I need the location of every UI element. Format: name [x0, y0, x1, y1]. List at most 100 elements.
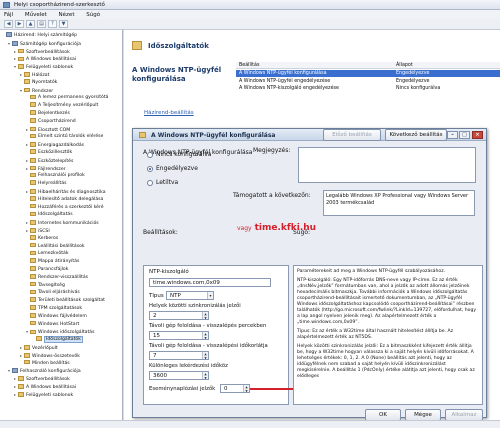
tree-item[interactable]: Parancsfájlok	[26, 266, 68, 273]
tree-item[interactable]: ▸ iSCSI	[26, 227, 50, 234]
ntp-server-input[interactable]: time.windows.com,0x09	[149, 278, 271, 287]
tree-item[interactable]: ▸ Hálózat	[20, 71, 49, 78]
tree-item[interactable]: Felhasználói profilok	[26, 172, 85, 179]
radio-enabled[interactable]: Engedélyezve	[147, 165, 198, 172]
tree-item[interactable]: Területi beállítások szolgáltat	[26, 297, 105, 304]
tree-item[interactable]: Csoportházirend	[26, 118, 76, 125]
column-state[interactable]: Állapot	[396, 62, 413, 69]
minimize-icon[interactable]: –	[447, 131, 458, 139]
list-row[interactable]: A Windows NTP-ügyfél konfigurálása Engedé…	[236, 70, 500, 77]
tree-item[interactable]: ▸ Elosztott COM	[26, 126, 70, 133]
menu-view[interactable]: Nézet	[59, 12, 75, 18]
tree-item[interactable]: Hitelesítő adatok delegálása	[26, 196, 103, 203]
special-poll-input[interactable]: 3600 ▲ ▼	[149, 371, 209, 380]
tree-item[interactable]: ▸ Eszköztelepítés	[26, 157, 73, 164]
back-icon[interactable]: ◀	[4, 20, 13, 28]
chevron-down-icon[interactable]: ▾	[207, 292, 213, 299]
tree-item[interactable]: Időszolgáltatók	[32, 336, 83, 344]
radio-not-configured[interactable]: Nincs konfigurálva	[147, 151, 211, 158]
tree-item[interactable]: Helyreállítás	[26, 180, 67, 187]
folder-icon	[30, 189, 36, 194]
tree-item[interactable]: ▾ Felhasználó konfigurációja	[8, 367, 81, 374]
column-setting[interactable]: Beállítás	[239, 63, 260, 68]
tree-item[interactable]: ▾ Windows időszolgáltatás	[26, 328, 95, 335]
tree-item[interactable]: Nyomtatók	[20, 79, 57, 86]
tree-item[interactable]: ▾ Rendszer	[20, 87, 53, 94]
policy-dialog: A Windows NTP-ügyfél konfigurálása – □ ×…	[132, 128, 487, 421]
crosssite-sync-input[interactable]: 2 ▲ ▼	[149, 311, 209, 320]
tree-item[interactable]: Windows HotStart	[26, 320, 79, 328]
maximize-icon[interactable]: □	[459, 131, 470, 139]
tree-item[interactable]: ▸ Felügyeleti sablonok	[14, 391, 73, 398]
comment-textarea[interactable]	[298, 147, 476, 183]
up-folder-icon[interactable]: ▲	[26, 20, 35, 28]
type-select[interactable]: NTP ▾	[166, 291, 214, 300]
spinner-icon[interactable]: ▲ ▼	[202, 312, 208, 320]
resolve-interval-input[interactable]: 15 ▲ ▼	[149, 331, 209, 340]
close-icon[interactable]: ×	[472, 131, 483, 139]
tree-item[interactable]: Eszközillesztők	[26, 149, 72, 156]
spinner-icon[interactable]: ▲ ▼	[202, 372, 208, 380]
tree-item[interactable]: A Teljesítmény vezérlőpult	[26, 102, 98, 109]
window-title: Helyi csoportházirend-szerkesztő	[14, 2, 105, 8]
tree-item[interactable]: ▸ A Windows beállításai	[14, 55, 76, 62]
tree-item[interactable]: Rendszer-visszaállítás	[26, 274, 88, 281]
folder-icon	[30, 266, 36, 271]
tree-item[interactable]: Windows fájlvédelem	[26, 313, 87, 320]
policy-tree[interactable]: Házirend: Helyi számítógép ▾ Számítógép ko…	[0, 30, 123, 420]
tree-item[interactable]: Házirend: Helyi számítógép	[2, 32, 77, 39]
menu-action[interactable]: Művelet	[25, 12, 47, 18]
tree-item[interactable]: Bejelentkezés	[26, 110, 70, 117]
radio-icon[interactable]	[147, 151, 153, 158]
tree-item[interactable]: ▸ Windows-összetevők	[20, 352, 80, 359]
tree-item[interactable]: Lemezkvóták	[26, 250, 68, 257]
tree-item-label: iSCSI	[38, 229, 50, 234]
tree-item[interactable]: Leállítási beállítások	[26, 242, 85, 250]
tree-item[interactable]: ▸ A Windows beállításai	[14, 383, 76, 390]
tree-item[interactable]: TPM szolgáltatások	[26, 305, 82, 312]
radio-checked-icon[interactable]	[147, 165, 153, 172]
tree-item[interactable]: Hozzáférés a szerkeztői kéré	[26, 203, 104, 211]
tree-item[interactable]: ▸ Fájlrendszer	[26, 165, 66, 172]
tree-item[interactable]: ▾ Számítógép konfigurációja	[8, 40, 81, 47]
tree-item[interactable]: ▸ Energiagazdálkodás	[26, 141, 84, 148]
tree-item[interactable]: Minden beállítás	[20, 359, 70, 367]
next-setting-button[interactable]: Következő beállítás	[385, 129, 447, 141]
tree-item[interactable]: Távoli eljáráshívás	[26, 289, 80, 296]
list-row[interactable]: A Windows NTP-kiszolgáló engedélyezése Ni…	[236, 85, 500, 92]
menu-help[interactable]: Súgó	[86, 12, 100, 18]
tree-item[interactable]: ▸ Vezérlőpult	[20, 344, 58, 351]
list-row[interactable]: A Windows NTP-ügyfél engedélyezése Engedé…	[236, 78, 500, 85]
radio-icon[interactable]	[147, 179, 153, 186]
previous-setting-button[interactable]: Előző beállítás	[323, 129, 381, 141]
policy-setting-link[interactable]: Házirend-beállítás	[144, 110, 194, 116]
eventlog-input[interactable]: 0 ▲ ▼	[220, 384, 250, 393]
tree-item[interactable]: Elmelt szintű tárolók elérése	[26, 133, 103, 140]
tree-item[interactable]: Időszolgáltatás	[26, 211, 73, 218]
tree-item[interactable]: ▸ Hibaelhárítás és diagnosztika	[26, 188, 106, 195]
tree-item[interactable]: ▾ Felügyeleti sablonok	[14, 63, 73, 70]
tree-item-label: Házirend: Helyi számítógép	[14, 33, 78, 38]
folder-icon	[30, 133, 36, 139]
radio-disabled[interactable]: Letiltva	[147, 179, 178, 186]
tree-item[interactable]: Kerberos	[26, 235, 58, 242]
tree-item[interactable]: ▸ Szoftverbeállítások	[14, 375, 70, 382]
filter-icon[interactable]: ▼	[59, 20, 68, 28]
tree-item[interactable]: Mappa átirányítás	[26, 258, 79, 265]
resolve-exp-input[interactable]: 7 ▲ ▼	[149, 351, 209, 360]
spinner-icon[interactable]: ▲ ▼	[202, 332, 208, 340]
tree-item[interactable]: A lemez permanens gyorsítótá	[26, 94, 108, 101]
spinner-icon[interactable]: ▲ ▼	[202, 352, 208, 360]
tree-item-label: A lemez permanens gyorsítótá	[38, 95, 109, 101]
help-icon[interactable]: ?	[48, 20, 57, 28]
pane-header: Időszolgáltatók	[124, 38, 500, 54]
menu-file[interactable]: Fájl	[4, 12, 13, 18]
supported-label: Támogatott a következőn:	[233, 192, 311, 199]
list-header[interactable]: Beállítás Állapot	[236, 62, 500, 69]
tree-item[interactable]: Távsegítség	[26, 281, 65, 289]
properties-icon[interactable]: ▤	[37, 20, 46, 28]
tree-item[interactable]: ▸ Internetes kommunikációs	[26, 219, 99, 226]
tree-item[interactable]: ▸ Szoftverbeállítások	[14, 48, 70, 55]
spinner-icon[interactable]: ▲ ▼	[243, 385, 249, 393]
forward-icon[interactable]: ▶	[15, 20, 24, 28]
